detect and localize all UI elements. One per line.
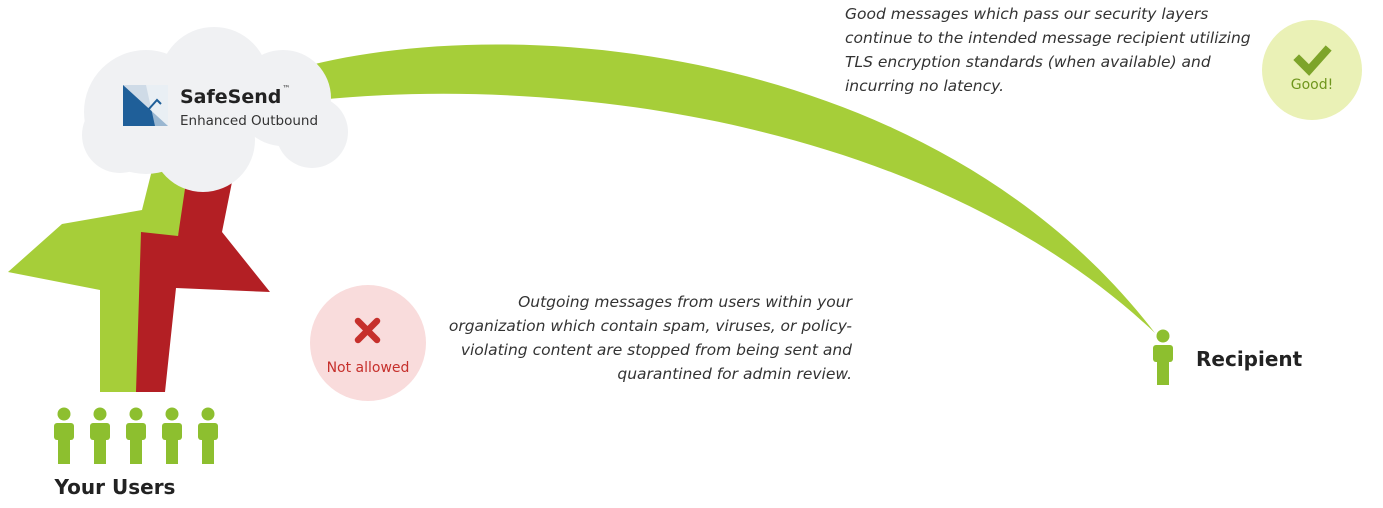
user-person-icon [90, 407, 110, 464]
recipient-label: Recipient [1196, 347, 1303, 371]
safesend-logo [123, 85, 168, 126]
blocked-description: Outgoing messages from users within your… [448, 293, 852, 383]
not-allowed-badge: Not allowed [310, 285, 426, 401]
product-subtitle: Enhanced Outbound [180, 113, 319, 129]
your-users-label: Your Users [54, 475, 176, 499]
cloud-shape [82, 27, 348, 192]
product-name: SafeSend™ [180, 84, 291, 108]
user-group-icon [54, 407, 218, 464]
recipient-person-icon [1153, 329, 1173, 385]
good-badge: Good! [1262, 20, 1362, 120]
not-allowed-badge-label: Not allowed [326, 360, 410, 376]
safesend-diagram: SafeSend™ Enhanced Outbound Good message… [0, 0, 1383, 508]
user-person-icon [54, 407, 74, 464]
x-mark-icon [354, 317, 381, 344]
good-badge-label: Good! [1290, 77, 1334, 93]
checkmark-icon [1293, 45, 1332, 76]
good-description: Good messages which pass our security la… [845, 5, 1251, 95]
trademark-mark: ™ [282, 84, 291, 93]
user-person-icon [126, 407, 146, 464]
user-person-icon [198, 407, 218, 464]
user-person-icon [162, 407, 182, 464]
